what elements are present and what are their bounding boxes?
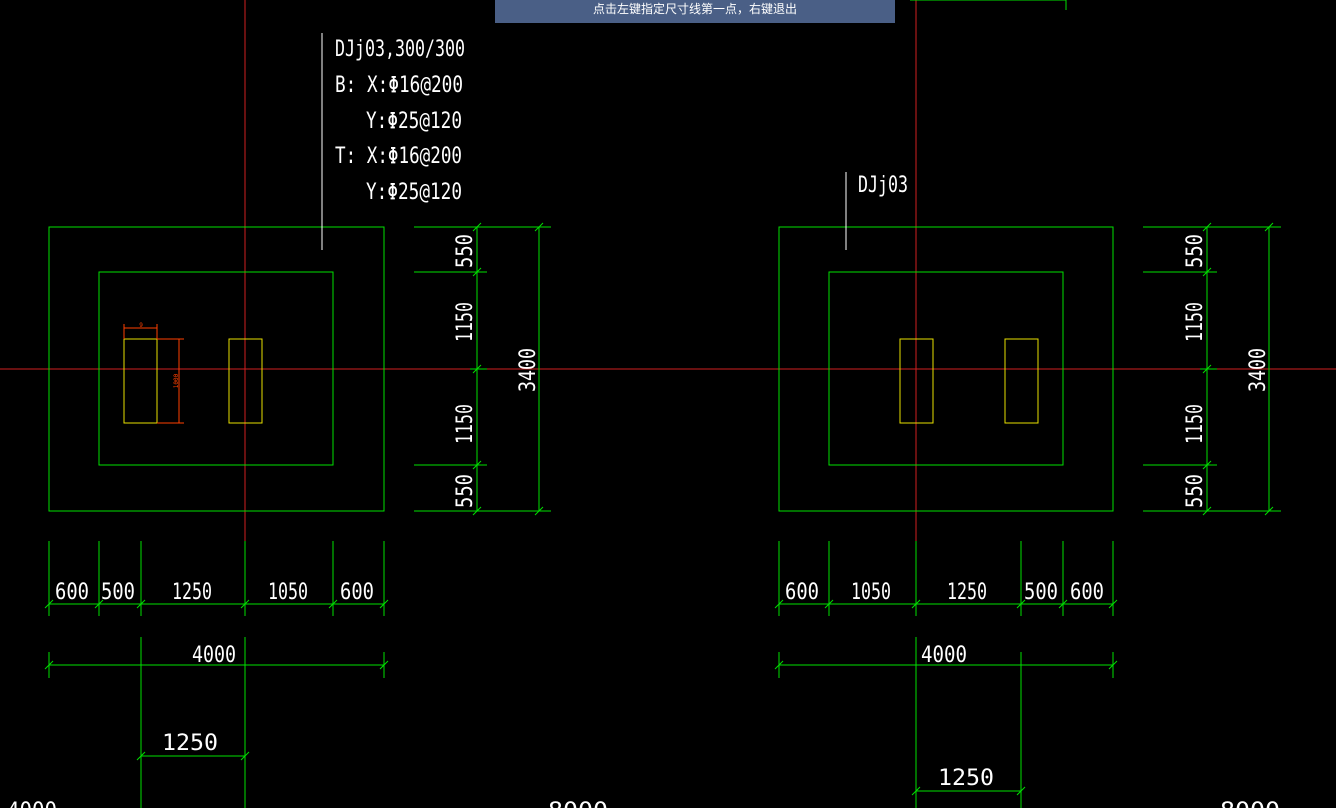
dim-total-width: 4000 — [921, 643, 967, 668]
label-line-3: Y:Φ25@120 — [366, 109, 462, 134]
column-left-a[interactable] — [123, 338, 158, 424]
dim-500: 500 — [101, 580, 135, 605]
partial-dim-8000-a: 8000 — [548, 799, 608, 808]
footing-left-label: DJj03,300/300 B: X:Φ16@200 Y:Φ25@120 T: … — [335, 37, 465, 205]
partial-dim-4000: 4000 — [7, 799, 57, 808]
dim-550-a: 550 — [1183, 234, 1208, 268]
dim-offset: 1250 — [938, 766, 994, 791]
dim-1250: 1250 — [947, 580, 987, 605]
dims-bottom-left — [44, 541, 389, 808]
column-right-b[interactable] — [1004, 338, 1039, 424]
dims-bottom-left-text: 600 500 1250 1050 600 4000 1250 — [55, 580, 374, 756]
cad-drawing-canvas[interactable]: 9 1000 DJj03,300/300 B: X:Φ16@200 Y:Φ25@… — [0, 0, 1336, 808]
dim-1050: 1050 — [268, 580, 308, 605]
dim-1150-b: 1150 — [453, 404, 478, 444]
dim-1150-b: 1150 — [1183, 404, 1208, 444]
dim-600-a: 600 — [785, 580, 819, 605]
label-line-2: B: X:Φ16@200 — [335, 73, 463, 98]
command-prompt-text: 点击左键指定尺寸线第一点，右键退出 — [592, 2, 797, 16]
dim-600-b: 600 — [340, 580, 374, 605]
dims-bottom-right-text: 600 1050 1250 500 600 4000 1250 — [785, 580, 1104, 791]
dims-side-left-text: 550 1150 1150 550 3400 — [453, 234, 541, 508]
footing-right[interactable]: DJj03 600 1050 1250 500 600 4000 1250 55… — [774, 172, 1281, 808]
dim-550-a: 550 — [453, 234, 478, 268]
bottom-partial-dims: 4000 8000 8000 — [7, 799, 1280, 808]
partial-dim-8000-b: 8000 — [1220, 799, 1280, 808]
dim-1050: 1050 — [851, 580, 891, 605]
command-prompt-bar: 点击左键指定尺寸线第一点，右键退出 — [495, 0, 895, 23]
dim-total-height: 3400 — [1246, 348, 1271, 392]
dim-1150-a: 1150 — [1183, 302, 1208, 342]
dim-500: 500 — [1024, 580, 1058, 605]
dim-600-a: 600 — [55, 580, 89, 605]
label-line-1: DJj03,300/300 — [335, 37, 465, 62]
dims-side-right-text: 550 1150 1150 550 3400 — [1183, 234, 1271, 508]
footing-left[interactable]: 9 1000 DJj03,300/300 B: X:Φ16@200 Y:Φ25@… — [44, 33, 551, 808]
dim-550-b: 550 — [453, 474, 478, 508]
dim-total-height: 3400 — [516, 348, 541, 392]
small-dim-side: 1000 — [173, 373, 180, 388]
dim-600-b: 600 — [1070, 580, 1104, 605]
axis-lines — [0, 0, 1336, 555]
dim-1150-a: 1150 — [453, 302, 478, 342]
label-line-5: Y:Φ25@120 — [366, 180, 462, 205]
dim-550-b: 550 — [1183, 474, 1208, 508]
footing-right-label: DJj03 — [858, 173, 908, 198]
small-dim-top: 9 — [139, 322, 143, 329]
dim-total-width: 4000 — [192, 643, 236, 668]
dim-1250: 1250 — [172, 580, 212, 605]
dim-offset: 1250 — [162, 731, 218, 756]
label-line-4: T: X:Φ16@200 — [335, 144, 462, 169]
